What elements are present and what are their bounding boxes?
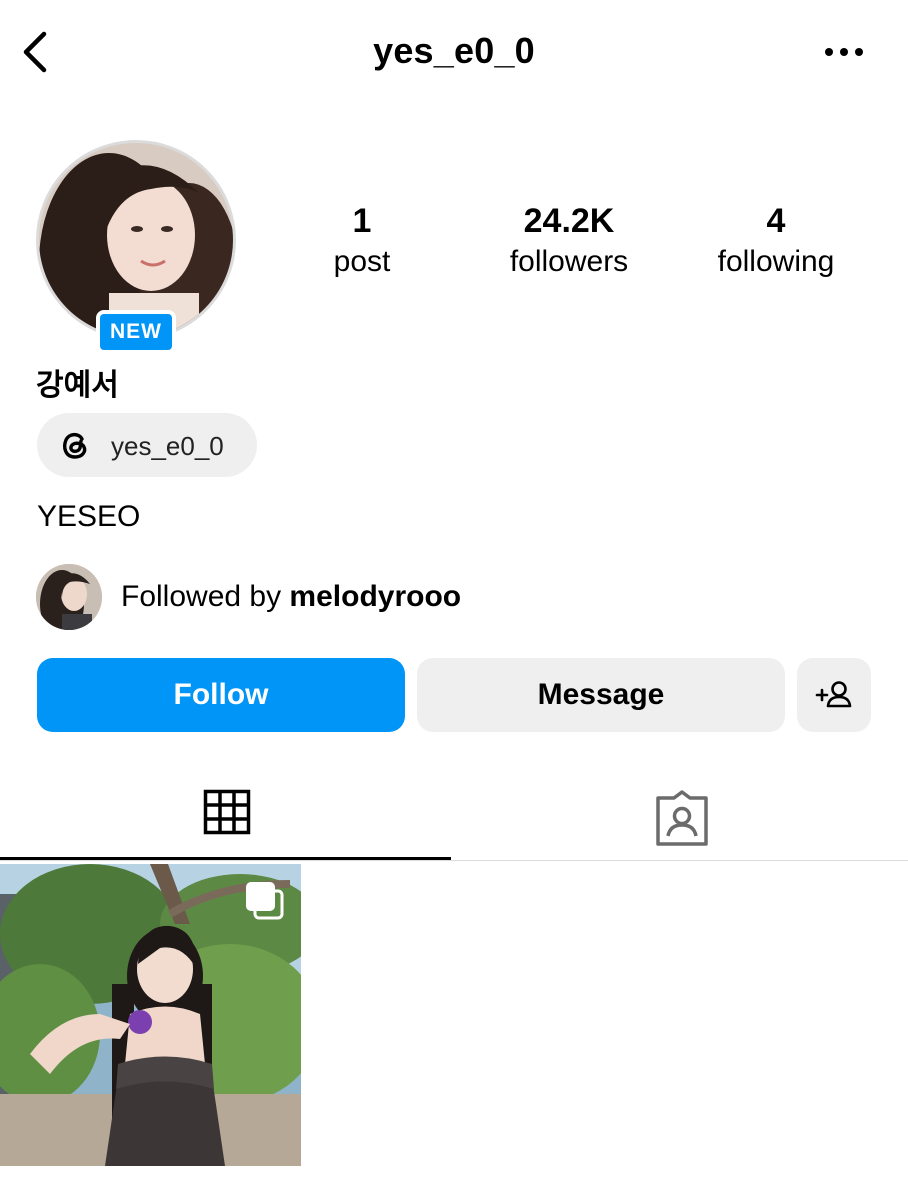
stat-followers-label: followers bbox=[509, 245, 629, 278]
tab-divider bbox=[0, 860, 908, 861]
follow-button[interactable]: Follow bbox=[37, 658, 405, 732]
stat-following-value: 4 bbox=[766, 202, 786, 240]
display-name: 강예서 bbox=[36, 369, 119, 402]
stat-posts-value: 1 bbox=[352, 202, 372, 240]
suggested-users-button[interactable] bbox=[797, 658, 871, 732]
stat-posts[interactable]: 1 post bbox=[262, 200, 462, 282]
top-bar: yes_e0_0 bbox=[0, 0, 908, 100]
post-thumbnail[interactable] bbox=[0, 864, 301, 1166]
followed-by-text: Followed by melodyrooo bbox=[121, 580, 461, 614]
active-tab-indicator bbox=[0, 857, 451, 860]
more-horizontal-icon bbox=[825, 48, 863, 56]
grid-icon bbox=[203, 789, 251, 835]
followed-by-prefix: Followed by bbox=[121, 580, 282, 613]
threads-link-button[interactable]: yes_e0_0 bbox=[37, 413, 257, 477]
new-badge: NEW bbox=[96, 310, 176, 354]
stat-followers[interactable]: 24.2K followers bbox=[469, 200, 669, 282]
multiple-photos-icon bbox=[246, 882, 284, 920]
threads-icon bbox=[63, 432, 87, 459]
mutual-follower-avatar bbox=[36, 564, 102, 630]
profile-username-title: yes_e0_0 bbox=[373, 30, 535, 71]
followed-by-row[interactable]: Followed by melodyrooo bbox=[36, 564, 636, 632]
tab-posts-grid[interactable] bbox=[0, 780, 454, 860]
tab-tagged[interactable] bbox=[454, 780, 908, 860]
bio-text: YESEO bbox=[37, 500, 141, 533]
stat-following-label: following bbox=[717, 245, 835, 278]
tagged-person-icon bbox=[656, 790, 708, 846]
add-person-icon bbox=[815, 681, 852, 708]
followed-by-username[interactable]: melodyrooo bbox=[289, 580, 461, 613]
message-button[interactable]: Message bbox=[417, 658, 785, 732]
stat-followers-value: 24.2K bbox=[523, 202, 615, 240]
threads-handle: yes_e0_0 bbox=[111, 431, 224, 461]
stat-posts-label: post bbox=[333, 245, 391, 278]
more-options-button[interactable] bbox=[820, 38, 868, 66]
stat-following[interactable]: 4 following bbox=[676, 200, 876, 282]
